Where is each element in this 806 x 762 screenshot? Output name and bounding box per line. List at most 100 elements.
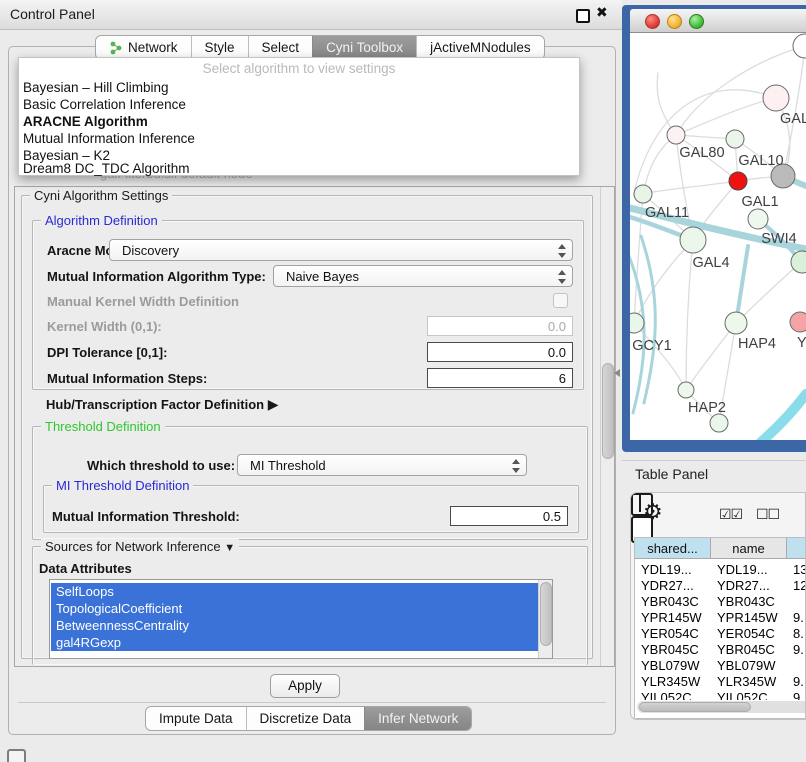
- algorithm-item[interactable]: Mutual Information Inference: [23, 131, 195, 146]
- mi-threshold-field[interactable]: 0.5: [450, 506, 568, 526]
- which-threshold-combo[interactable]: MI Threshold: [237, 454, 527, 476]
- mi-steps-field[interactable]: 6: [427, 368, 573, 388]
- close-panel-icon[interactable]: ✖: [596, 4, 608, 21]
- mi-type-label: Mutual Information Algorithm Type:: [47, 269, 266, 284]
- node-label: HAP4: [738, 336, 776, 352]
- list-item[interactable]: TopologicalCoefficient: [51, 600, 538, 617]
- table-row[interactable]: YLR345WYLR345W9.: [635, 674, 805, 690]
- mi-threshold-title: MI Threshold Definition: [52, 478, 193, 493]
- split-pane-collapse-arrow[interactable]: [614, 369, 620, 377]
- tab-network[interactable]: Network: [96, 36, 191, 59]
- data-attributes-list[interactable]: SelfLoops TopologicalCoefficient Between…: [49, 579, 553, 659]
- cyni-settings-title: Cyni Algorithm Settings: [30, 188, 172, 203]
- table-row[interactable]: YPR145WYPR145W9.: [635, 610, 805, 626]
- algorithm-item[interactable]: Dream8 DC_TDC Algorithm: [23, 161, 190, 176]
- sources-title[interactable]: Sources for Network Inference ▼: [41, 539, 239, 554]
- manual-kernel-label: Manual Kernel Width Definition: [47, 294, 239, 309]
- algorithm-placeholder: Select algorithm to view settings: [19, 61, 579, 76]
- network-node-gal1[interactable]: [729, 172, 747, 190]
- settings-scrollbar-thumb[interactable]: [602, 363, 614, 459]
- algorithm-item[interactable]: Bayesian – Hill Climbing: [23, 80, 169, 95]
- list-scrollbar[interactable]: [538, 580, 552, 658]
- network-node-gal11[interactable]: [634, 185, 652, 203]
- kernel-width-label: Kernel Width (0,1):: [47, 319, 162, 334]
- network-node-gal4[interactable]: [680, 227, 706, 253]
- network-graph: GAL GAL80 GAL10 GAL1 GAL11 GAL4 SWI4 GCY…: [630, 33, 806, 440]
- network-window-titlebar[interactable]: [630, 9, 806, 33]
- table-row[interactable]: YBR045CYBR045C9.: [635, 642, 805, 658]
- node-label: SWI4: [761, 231, 796, 247]
- kernel-width-field[interactable]: 0.0: [427, 316, 573, 336]
- network-node-salmon[interactable]: [790, 312, 806, 332]
- list-item[interactable]: gal4RGexp: [51, 634, 538, 651]
- settings-scrollbar[interactable]: [600, 187, 614, 666]
- tab-select[interactable]: Select: [248, 36, 313, 59]
- column-header-shared-name[interactable]: shared...: [635, 538, 711, 559]
- algorithm-item-aracne[interactable]: ARACNE Algorithm: [23, 114, 148, 129]
- node-label: GAL4: [692, 255, 729, 271]
- network-canvas[interactable]: GAL GAL80 GAL10 GAL1 GAL11 GAL4 SWI4 GCY…: [630, 33, 806, 440]
- list-item[interactable]: BetweennessCentrality: [51, 617, 538, 634]
- column-header-name[interactable]: name: [711, 538, 787, 559]
- minimize-traffic-light-icon[interactable]: [667, 14, 682, 29]
- algorithm-definition-group: Algorithm Definition Aracne Mode: Discov…: [32, 220, 584, 390]
- table-row[interactable]: YBL079WYBL079W: [635, 658, 805, 674]
- table-row[interactable]: YBR043CYBR043C: [635, 594, 805, 610]
- tab-infer-network[interactable]: Infer Network: [364, 707, 471, 730]
- restore-panel-icon[interactable]: [7, 749, 26, 762]
- collapsed-arrow-icon: ▶: [268, 396, 279, 412]
- mi-steps-label: Mutual Information Steps:: [47, 371, 207, 386]
- aracne-mode-combo[interactable]: Discovery: [109, 239, 573, 261]
- table-row[interactable]: YER054CYER054C8.: [635, 626, 805, 642]
- apply-button[interactable]: Apply: [270, 674, 340, 698]
- table-rows: YDL19...YDL19...13 YDR27...YDR27...12 YB…: [635, 560, 805, 700]
- table-panel-title: Table Panel: [635, 466, 708, 482]
- list-scrollbar-thumb[interactable]: [540, 582, 552, 646]
- table-panel-separator: [622, 460, 806, 461]
- table-horizontal-scrollbar[interactable]: [637, 701, 805, 713]
- close-traffic-light-icon[interactable]: [645, 14, 660, 29]
- settings-scroll-area: Cyni Algorithm Settings Algorithm Defini…: [14, 186, 615, 667]
- hub-definition-toggle[interactable]: Hub/Transcription Factor Definition ▶: [46, 396, 279, 413]
- tab-impute-data[interactable]: Impute Data: [146, 707, 246, 730]
- panel-separator: [18, 702, 606, 703]
- network-node[interactable]: [793, 34, 806, 58]
- tab-network-label: Network: [128, 36, 178, 59]
- threshold-definition-group: Threshold Definition Which threshold to …: [32, 426, 588, 540]
- mi-type-combo[interactable]: Naive Bayes: [273, 265, 573, 287]
- node-label: Y: [797, 335, 806, 351]
- network-node-hap4[interactable]: [725, 312, 747, 334]
- table-panel: ⚙ ☑☑ ☐☐ shared... name YDL19...YDL19...1…: [630, 492, 806, 720]
- network-window: GAL GAL80 GAL10 GAL1 GAL11 GAL4 SWI4 GCY…: [622, 5, 806, 452]
- tab-jactivemnodules[interactable]: jActiveMNodules: [416, 36, 544, 59]
- gear-icon[interactable]: ⚙: [643, 499, 663, 525]
- zoom-traffic-light-icon[interactable]: [689, 14, 704, 29]
- manual-kernel-checkbox[interactable]: [553, 293, 568, 308]
- algorithm-item[interactable]: Basic Correlation Inference: [23, 97, 186, 112]
- network-node-swi4[interactable]: [748, 209, 768, 229]
- tab-cyni-toolbox[interactable]: Cyni Toolbox: [312, 36, 416, 59]
- algorithm-definition-title: Algorithm Definition: [41, 213, 162, 228]
- tab-discretize-data[interactable]: Discretize Data: [246, 707, 365, 730]
- node-label: GCY1: [632, 338, 672, 354]
- network-node-gal10[interactable]: [726, 130, 744, 148]
- table-row[interactable]: YDR27...YDR27...12: [635, 578, 805, 594]
- node-table: shared... name YDL19...YDL19...13 YDR27.…: [634, 537, 805, 719]
- table-row[interactable]: YDL19...YDL19...13: [635, 562, 805, 578]
- table-row[interactable]: YIL052CYIL052C9.: [635, 690, 805, 700]
- node-label: GAL: [780, 111, 806, 127]
- float-panel-icon[interactable]: [576, 9, 590, 23]
- network-node-hap2[interactable]: [678, 382, 694, 398]
- select-all-checkboxes-icon[interactable]: ☑☑: [719, 506, 742, 523]
- table-horizontal-scrollbar-thumb[interactable]: [639, 702, 751, 712]
- dpi-tolerance-field[interactable]: 0.0: [427, 342, 573, 362]
- mi-threshold-group: MI Threshold Definition Mutual Informati…: [43, 485, 579, 533]
- column-header-partial[interactable]: [787, 538, 806, 559]
- network-node-gal80[interactable]: [667, 126, 685, 144]
- list-item[interactable]: SelfLoops: [51, 583, 538, 600]
- tab-style[interactable]: Style: [191, 36, 248, 59]
- deselect-all-checkboxes-icon[interactable]: ☐☐: [756, 506, 779, 523]
- network-node[interactable]: [710, 414, 728, 432]
- node-label: GAL1: [741, 194, 778, 210]
- network-node-gal[interactable]: [763, 85, 789, 111]
